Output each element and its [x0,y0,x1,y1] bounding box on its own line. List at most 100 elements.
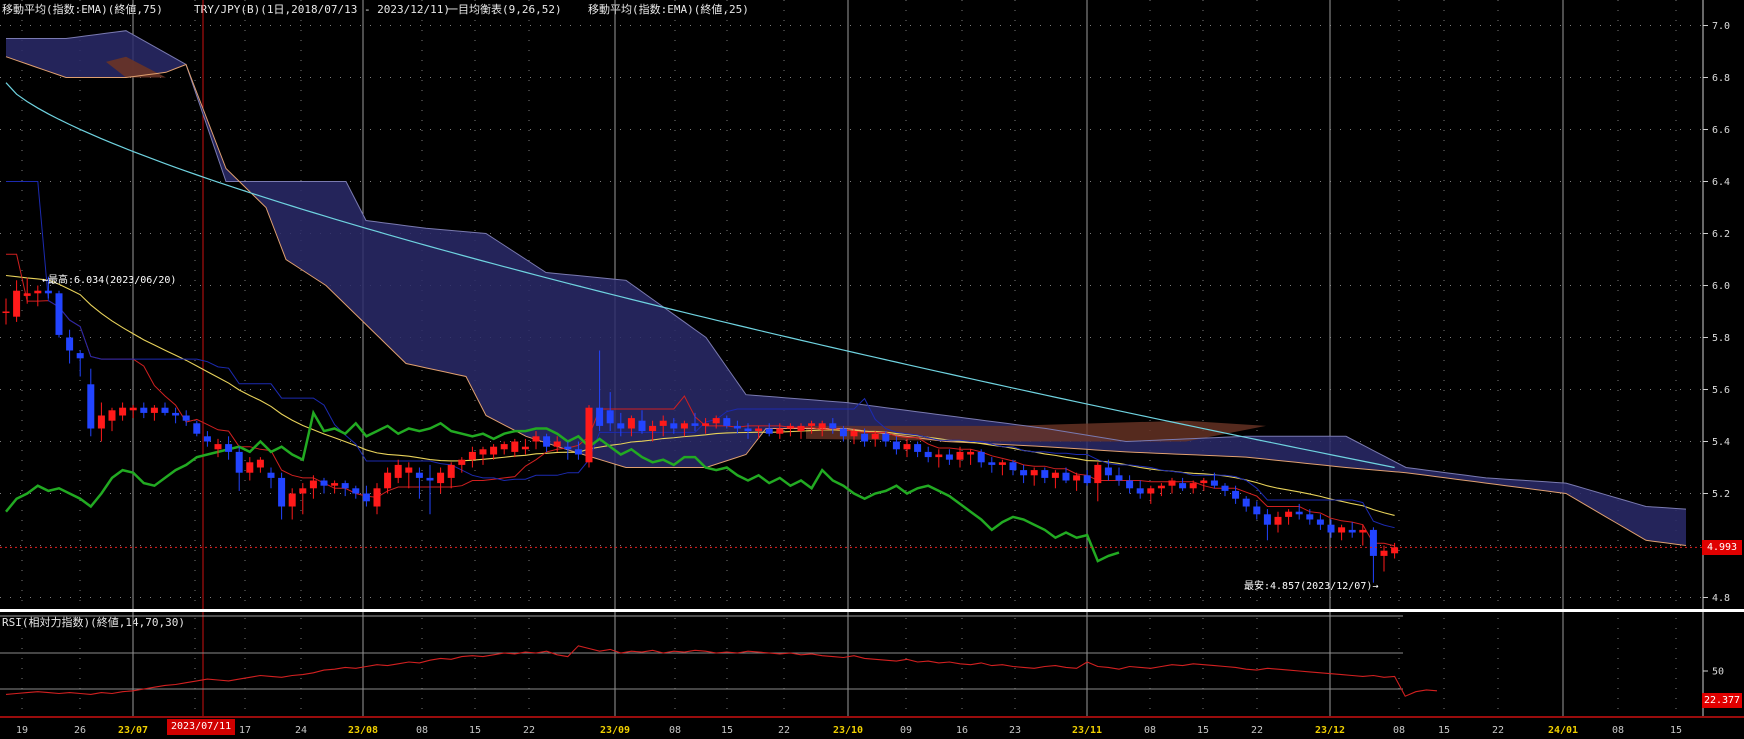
candle-body [108,410,116,421]
price-axis-label: 6.0 [1712,281,1730,292]
low-annotation: 最安:4.857(2023/12/07)→ [1244,581,1379,592]
candle-body [606,410,614,424]
candle-body [924,451,932,458]
candle-body [458,459,466,465]
candle-body [1263,514,1271,525]
time-axis-label: 16 [956,725,968,736]
price-axis-label: 5.2 [1712,489,1730,500]
ichimoku-cloud [6,30,1686,546]
candle-body [1274,516,1282,525]
candle-body [426,477,434,481]
candle-body [755,428,763,432]
candle-body [1051,472,1059,478]
time-axis-label: 23/07 [118,725,148,736]
candle-body [617,423,625,429]
candle-body [1295,511,1303,515]
candle-body [1359,529,1367,533]
candle-body [1083,475,1091,484]
candle-body [55,293,63,335]
price-axis-label: 6.2 [1712,229,1730,240]
candle-body [119,407,127,416]
candle-body [765,428,773,434]
candle-body [1327,524,1335,533]
time-axis-label: 19 [16,725,28,736]
time-axis-label: 15 [1438,725,1450,736]
candle-body [1316,519,1324,525]
candle-body [892,441,900,450]
time-axis-label: 17 [239,725,251,736]
candle-body [1189,483,1197,489]
candle-body [1094,464,1102,484]
candle-body [670,423,678,429]
candle-body [415,472,423,478]
candle-body [574,449,582,455]
price-axis-label: 5.4 [1712,437,1730,448]
price-chart[interactable]: 7.06.86.66.46.26.05.85.65.45.25.04.85019… [0,0,1744,739]
candle-body [362,493,370,502]
candle-body [786,425,794,429]
candle-body [490,446,498,455]
candle-body [66,337,74,351]
candle-body [712,418,720,424]
chart-window: { "header": { "ema75": "移動平均(指数:EMA)(終値,… [0,0,1744,739]
candle-body [1380,550,1388,556]
candle-body [850,431,858,437]
candle-body [1147,488,1155,494]
candle-body [871,433,879,439]
candle-body [839,428,847,437]
candle-body [818,423,826,429]
candle-body [649,425,657,432]
candle-body [447,464,455,478]
candle-body [1020,470,1028,476]
candle-body [977,451,985,463]
candle-body [384,472,392,489]
candle-body [172,412,180,416]
time-axis-label: 26 [74,725,86,736]
candle-body [309,480,317,489]
candle-body [1306,514,1314,520]
price-axis-label: 6.8 [1712,73,1730,84]
candle-body [680,423,688,429]
time-axis-label: 08 [1393,725,1405,736]
time-axis-label: 08 [669,725,681,736]
candle-body [956,451,964,460]
candle-body [882,433,890,442]
candle-body [468,451,476,460]
candle-body [723,418,731,426]
candle-body [1391,547,1399,554]
candle-body [1348,529,1356,533]
high-annotation: ←最高:6.034(2023/06/20) [42,275,177,286]
candle-body [500,444,508,450]
candle-body [288,493,296,507]
time-axis-label: 15 [1670,725,1682,736]
candle-body [44,290,52,294]
time-axis-label: 22 [1492,725,1504,736]
candle-body [87,384,95,429]
candle-body [998,462,1006,465]
candle-body [585,407,593,463]
candle-body [744,428,752,432]
price-axis-label: 7.0 [1712,21,1730,32]
candle-body [373,488,381,507]
candle-body [1253,506,1261,515]
time-axis-label: 23/10 [833,725,863,736]
candle-body [235,451,243,473]
candle-body [13,290,21,317]
candle-body [1104,467,1112,476]
candle-body [331,483,339,486]
candle-body [140,407,148,413]
time-axis-label: 08 [416,725,428,736]
candle-body [1030,470,1038,476]
candle-body [23,293,31,296]
time-axis-label: 23/08 [348,725,378,736]
candle-body [1136,488,1144,494]
candle-body [267,472,275,478]
candle-body [1168,480,1176,486]
price-axis-label: 5.6 [1712,385,1730,396]
candle-body [129,407,137,411]
candle-body [34,290,42,294]
candle-body [808,423,816,426]
candle-body [2,311,10,313]
time-axis-label: 23/12 [1315,725,1345,736]
candle-body [214,444,222,450]
